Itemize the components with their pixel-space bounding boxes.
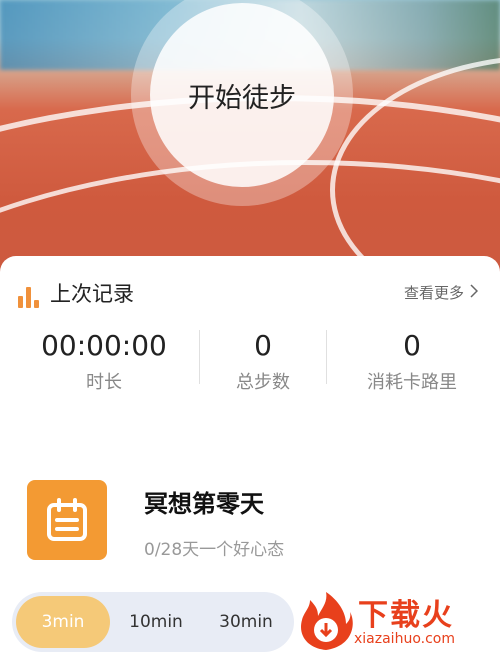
calendar-icon[interactable] bbox=[27, 480, 107, 560]
watermark-logo: 下载火 xiazaihuo.com bbox=[296, 588, 500, 654]
duration-option-30min[interactable]: 30min bbox=[202, 596, 290, 648]
plan-title[interactable]: 冥想第零天 bbox=[144, 484, 264, 519]
watermark-text: 下载火 bbox=[358, 598, 454, 633]
divider bbox=[326, 330, 327, 384]
duration-selector: 3min 10min 30min bbox=[12, 592, 294, 652]
stat-value: 0 bbox=[254, 329, 272, 362]
duration-option-10min[interactable]: 10min bbox=[110, 596, 202, 648]
stat-value: 00:00:00 bbox=[41, 329, 167, 362]
last-record-header: 上次记录 bbox=[18, 278, 134, 308]
bar-chart-icon bbox=[18, 286, 40, 308]
duration-option-3min[interactable]: 3min bbox=[16, 596, 110, 648]
start-hike-button[interactable]: 开始徒步 bbox=[150, 3, 334, 187]
flame-logo-icon bbox=[301, 592, 353, 650]
view-more-link[interactable]: 查看更多 bbox=[403, 282, 479, 303]
last-record-title: 上次记录 bbox=[50, 282, 134, 306]
stat-label: 时长 bbox=[86, 372, 122, 393]
stat-duration: 00:00:00 时长 bbox=[20, 328, 188, 394]
stat-label: 总步数 bbox=[236, 372, 290, 393]
record-stats: 00:00:00 时长 0 总步数 0 消耗卡路里 bbox=[0, 328, 500, 398]
stat-steps: 0 总步数 bbox=[200, 328, 326, 394]
stat-calories: 0 消耗卡路里 bbox=[330, 328, 494, 394]
stat-label: 消耗卡路里 bbox=[367, 372, 457, 393]
view-more-label: 查看更多 bbox=[403, 284, 464, 302]
watermark-url: xiazaihuo.com bbox=[354, 631, 455, 647]
plan-subtitle: 0/28天一个好心态 bbox=[144, 540, 285, 560]
chevron-right-icon bbox=[470, 283, 479, 302]
stat-value: 0 bbox=[403, 329, 421, 362]
start-hike-label: 开始徒步 bbox=[188, 82, 296, 114]
